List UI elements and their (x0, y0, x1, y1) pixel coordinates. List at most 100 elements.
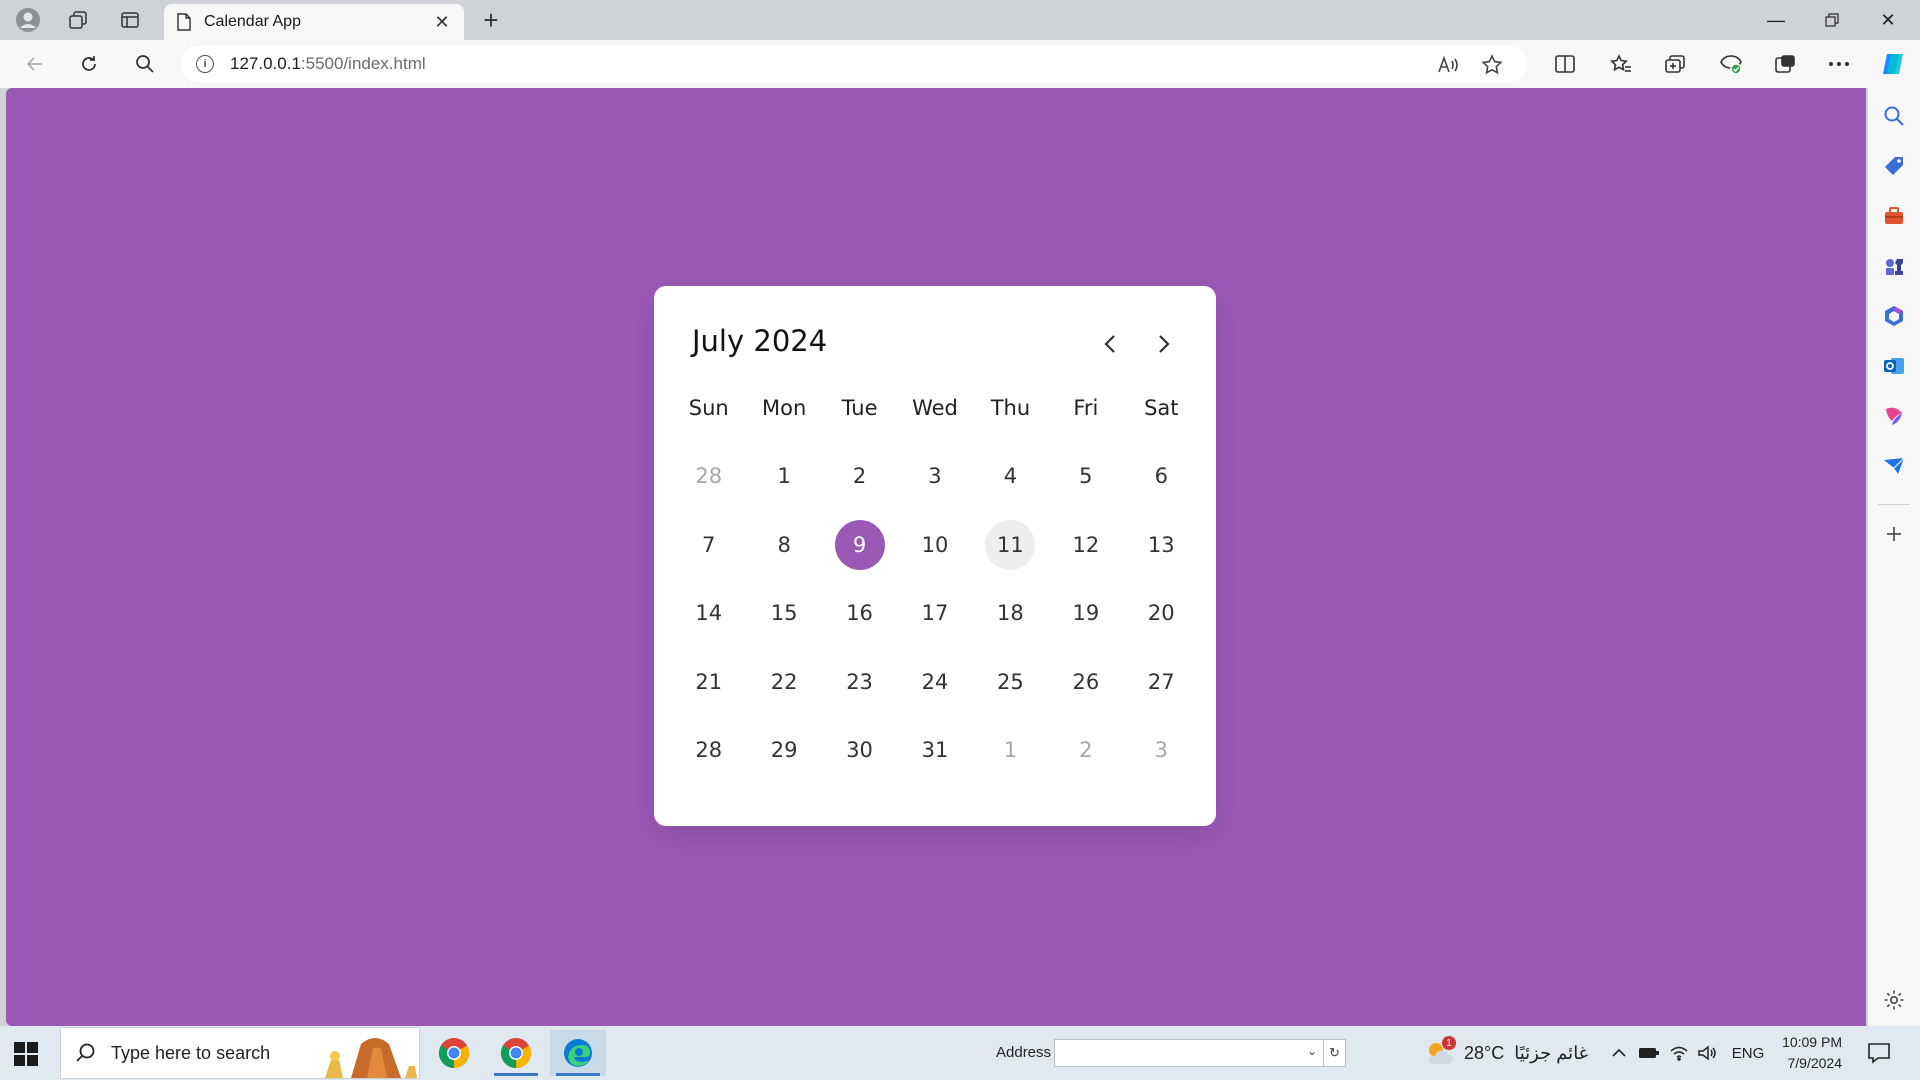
day-cell[interactable]: 12 (1048, 511, 1123, 580)
wifi-icon[interactable] (1666, 1040, 1692, 1066)
day-cell[interactable]: 6 (1124, 442, 1199, 511)
show-hidden-icons-chevron-icon[interactable] (1606, 1040, 1632, 1066)
day-cell[interactable]: 14 (671, 579, 746, 648)
workspaces-icon[interactable] (62, 6, 94, 34)
day-cell[interactable]: 5 (1048, 442, 1123, 511)
taskbar-chrome-app-2[interactable] (488, 1030, 544, 1076)
chevron-down-icon[interactable]: ⌄ (1307, 1044, 1317, 1058)
close-window-button[interactable]: ✕ (1860, 0, 1916, 40)
day-cell[interactable]: 1 (746, 442, 821, 511)
day-cell-other-month[interactable]: 1 (973, 716, 1048, 785)
day-number: 29 (770, 738, 798, 763)
day-cell[interactable]: 27 (1124, 648, 1199, 717)
day-cell[interactable]: 29 (746, 716, 821, 785)
sidebar-search-icon[interactable] (1882, 104, 1906, 128)
day-cell[interactable]: 3 (897, 442, 972, 511)
volume-icon[interactable] (1694, 1040, 1720, 1066)
system-clock[interactable]: 10:09 PM 7/9/2024 (1768, 1032, 1842, 1074)
days-grid: 28 1 2 3 4 5 6 7 8 9 10 11 12 13 14 15 16 17 18 19 20 21 22 23 2… (671, 442, 1199, 785)
refresh-icon[interactable] (74, 50, 104, 78)
day-cell[interactable]: 25 (973, 648, 1048, 717)
new-tab-button[interactable]: + (476, 5, 506, 35)
day-number: 13 (1147, 532, 1175, 557)
browser-tab-active[interactable]: Calendar App ✕ (164, 4, 464, 40)
address-bar[interactable]: i 127.0.0.1:5500/index.html (180, 46, 1528, 82)
day-cell[interactable]: 28 (671, 716, 746, 785)
restore-button[interactable] (1804, 0, 1860, 40)
chrome-icon (500, 1038, 532, 1068)
send-drop-icon[interactable] (1882, 454, 1906, 478)
day-cell[interactable]: 16 (822, 579, 897, 648)
weekday-label: Tue (841, 396, 878, 420)
more-menu-icon[interactable] (1824, 50, 1854, 78)
day-cell-today[interactable]: 9 (822, 511, 897, 580)
address-go-button[interactable]: ↻ (1324, 1039, 1346, 1067)
day-number: 31 (921, 738, 949, 763)
microsoft-365-icon[interactable] (1882, 304, 1906, 328)
day-number: 2 (1079, 738, 1093, 763)
tab-strip: Calendar App ✕ + — ✕ (0, 0, 1920, 40)
taskbar-search-box[interactable]: Type here to search (60, 1027, 420, 1079)
day-number: 24 (921, 669, 949, 694)
day-cell[interactable]: 18 (973, 579, 1048, 648)
day-cell[interactable]: 2 (822, 442, 897, 511)
day-cell-other-month[interactable]: 3 (1124, 716, 1199, 785)
battery-icon[interactable] (1636, 1040, 1662, 1066)
prev-month-button[interactable] (1090, 324, 1130, 364)
split-screen-icon[interactable] (1550, 50, 1580, 78)
weather-alert-badge: 1 (1442, 1036, 1456, 1050)
address-toolbar-input[interactable]: ⌄ (1054, 1039, 1324, 1067)
language-indicator[interactable]: ENG (1730, 1040, 1766, 1066)
day-cell[interactable]: 8 (746, 511, 821, 580)
day-cell[interactable]: 7 (671, 511, 746, 580)
back-icon[interactable] (20, 50, 50, 78)
browser-essentials-icon[interactable] (1716, 50, 1746, 78)
day-cell[interactable]: 23 (822, 648, 897, 717)
copilot-designer-icon[interactable] (1882, 404, 1906, 428)
day-cell[interactable]: 17 (897, 579, 972, 648)
day-cell[interactable]: 26 (1048, 648, 1123, 717)
day-number: 2 (852, 464, 867, 489)
taskbar-chrome-app[interactable] (426, 1030, 482, 1076)
tools-briefcase-icon[interactable] (1882, 204, 1906, 228)
address-toolbar-label: Address (996, 1044, 1052, 1061)
site-info-icon[interactable]: i (196, 55, 214, 73)
day-cell-other-month[interactable]: 2 (1048, 716, 1123, 785)
profile-icon[interactable] (12, 6, 44, 34)
favorites-icon[interactable] (1606, 50, 1636, 78)
day-cell[interactable]: 19 (1048, 579, 1123, 648)
shopping-tag-icon[interactable] (1882, 154, 1906, 178)
notification-center-icon[interactable] (1866, 1040, 1892, 1066)
chrome-icon (438, 1038, 470, 1068)
outlook-icon[interactable] (1882, 354, 1906, 378)
day-cell[interactable]: 10 (897, 511, 972, 580)
day-cell-other-month[interactable]: 28 (671, 442, 746, 511)
day-cell[interactable]: 15 (746, 579, 821, 648)
extensions-icon[interactable] (1770, 50, 1800, 78)
day-cell[interactable]: 30 (822, 716, 897, 785)
read-aloud-icon[interactable] (1436, 54, 1460, 76)
windows-start-icon[interactable] (12, 1040, 40, 1068)
search-icon[interactable] (130, 50, 160, 78)
day-cell[interactable]: 24 (897, 648, 972, 717)
copilot-icon[interactable] (1878, 50, 1908, 78)
day-cell[interactable]: 11 (973, 511, 1048, 580)
day-cell[interactable]: 22 (746, 648, 821, 717)
day-cell[interactable]: 13 (1124, 511, 1199, 580)
vertical-tabs-icon[interactable] (114, 6, 146, 34)
close-tab-icon[interactable]: ✕ (432, 12, 452, 33)
minimize-button[interactable]: — (1748, 0, 1804, 40)
next-month-button[interactable] (1144, 324, 1184, 364)
day-cell[interactable]: 20 (1124, 579, 1199, 648)
taskbar-edge-app[interactable] (550, 1030, 606, 1076)
sidebar-settings-gear-icon[interactable] (1882, 988, 1906, 1012)
day-cell[interactable]: 31 (897, 716, 972, 785)
favorite-star-icon[interactable] (1480, 54, 1504, 76)
collections-icon[interactable] (1660, 50, 1690, 78)
day-cell[interactable]: 21 (671, 648, 746, 717)
page-icon (177, 13, 191, 31)
day-cell[interactable]: 4 (973, 442, 1048, 511)
games-chess-icon[interactable] (1882, 254, 1906, 278)
add-sidebar-app-icon[interactable] (1882, 522, 1906, 546)
weather-widget[interactable]: 1 28°C غائم جزئيًا (1424, 1036, 1588, 1070)
